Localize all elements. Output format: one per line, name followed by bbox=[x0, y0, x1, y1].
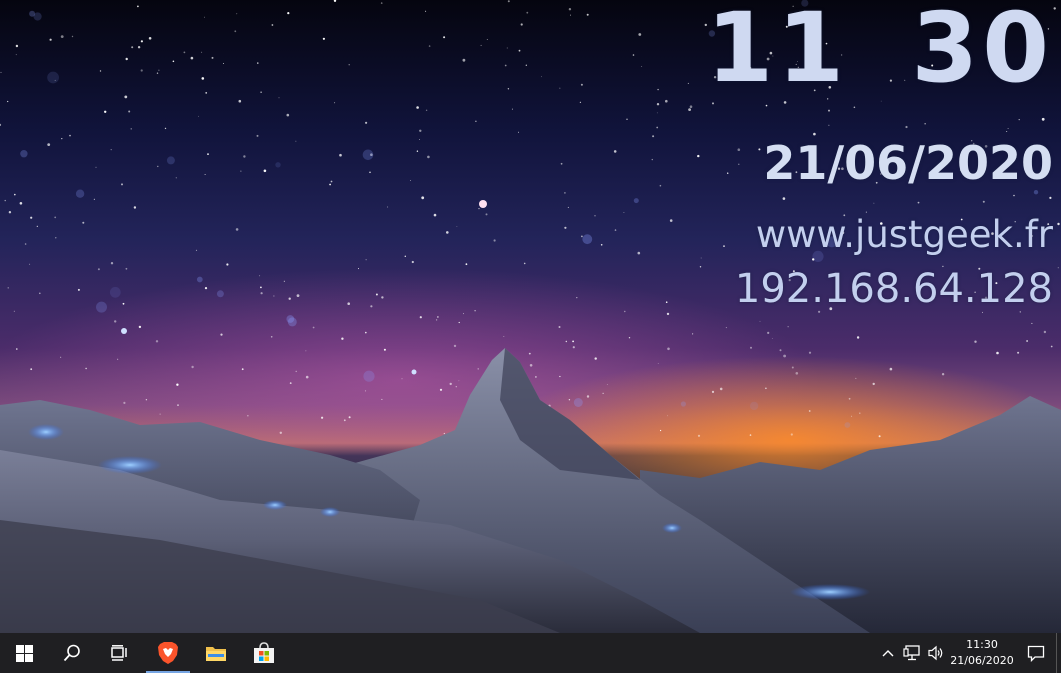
tray-time: 11:30 bbox=[966, 638, 998, 651]
search-button[interactable] bbox=[48, 633, 96, 673]
network-button[interactable] bbox=[900, 633, 924, 673]
wallpaper-date: 21/06/2020 bbox=[763, 136, 1053, 190]
desktop[interactable]: 11 30 21/06/2020 www.justgeek.fr 192.168… bbox=[0, 0, 1061, 633]
show-hidden-icons-button[interactable] bbox=[876, 633, 900, 673]
taskbar-app-file-explorer[interactable] bbox=[192, 633, 240, 673]
network-icon bbox=[903, 645, 920, 661]
show-desktop-button[interactable] bbox=[1056, 633, 1061, 673]
tray-clock[interactable]: 11:30 21/06/2020 bbox=[948, 633, 1016, 673]
action-center-button[interactable] bbox=[1016, 633, 1056, 673]
wallpaper-site-url: www.justgeek.fr bbox=[755, 213, 1053, 256]
task-view-icon bbox=[111, 645, 127, 661]
file-explorer-icon bbox=[206, 647, 226, 661]
volume-icon bbox=[928, 645, 943, 661]
taskbar: 11:30 21/06/2020 bbox=[0, 633, 1061, 673]
start-button[interactable] bbox=[0, 633, 48, 673]
system-tray: 11:30 21/06/2020 bbox=[876, 633, 1061, 673]
wallpaper-ip-address: 192.168.64.128 bbox=[734, 266, 1053, 312]
volume-button[interactable] bbox=[924, 633, 948, 673]
chevron-up-icon bbox=[882, 650, 894, 657]
microsoft-store-icon bbox=[254, 642, 274, 663]
tray-date: 21/06/2020 bbox=[950, 654, 1014, 667]
task-view-button[interactable] bbox=[96, 633, 144, 673]
notification-icon bbox=[1027, 645, 1045, 662]
taskbar-app-brave[interactable] bbox=[144, 633, 192, 673]
windows-logo-icon bbox=[15, 644, 33, 662]
brave-browser-icon bbox=[158, 642, 178, 664]
taskbar-app-microsoft-store[interactable] bbox=[240, 633, 288, 673]
wallpaper-clock-time: 11 30 bbox=[706, 0, 1053, 104]
search-icon bbox=[63, 644, 80, 662]
